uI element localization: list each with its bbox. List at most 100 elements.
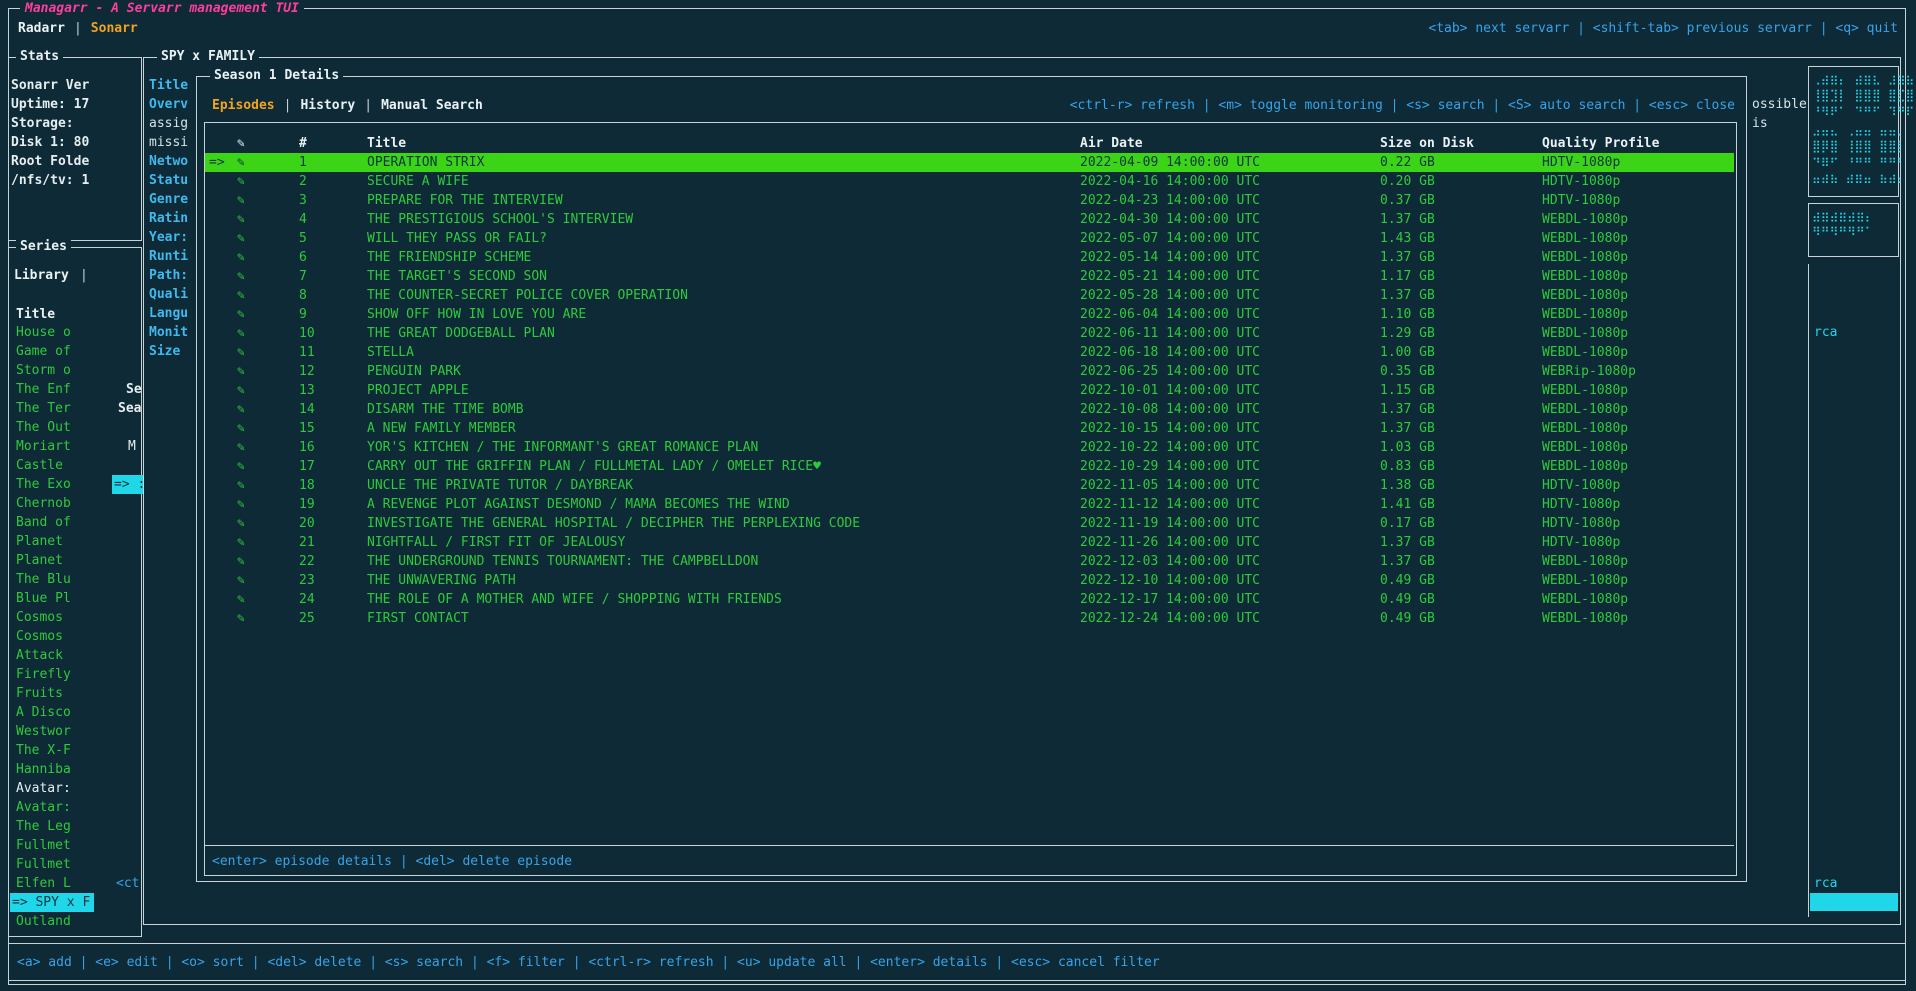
episode-row[interactable]: ✎22THE UNDERGROUND TENNIS TOURNAMENT: TH… — [205, 552, 1734, 571]
series-list-item[interactable]: Cosmos — [10, 608, 138, 627]
episode-row[interactable]: ✎10THE GREAT DODGEBALL PLAN2022-06-11 14… — [205, 324, 1734, 343]
series-list-item[interactable]: Planet — [10, 532, 138, 551]
series-list-item[interactable]: Moriart — [10, 437, 138, 456]
episode-row[interactable]: ✎23THE UNWAVERING PATH2022-12-10 14:00:0… — [205, 571, 1734, 590]
episode-air-date: 2022-12-17 14:00:00 UTC — [1080, 590, 1260, 609]
episode-size-on-disk: 1.37 GB — [1380, 248, 1435, 267]
series-list-item[interactable]: Fullmet — [10, 836, 138, 855]
edit-pencil-icon[interactable]: ✎ — [237, 571, 245, 590]
edit-pencil-icon[interactable]: ✎ — [237, 552, 245, 571]
series-list-item[interactable]: The Enf — [10, 380, 138, 399]
episode-title: INVESTIGATE THE GENERAL HOSPITAL / DECIP… — [367, 514, 860, 533]
episode-row[interactable]: ✎6THE FRIENDSHIP SCHEME2022-05-14 14:00:… — [205, 248, 1734, 267]
tab-radarr[interactable]: Radarr — [18, 19, 65, 38]
episode-row[interactable]: ✎17CARRY OUT THE GRIFFIN PLAN / FULLMETA… — [205, 457, 1734, 476]
episode-row[interactable]: ✎20INVESTIGATE THE GENERAL HOSPITAL / DE… — [205, 514, 1734, 533]
series-list-item[interactable]: Castle — [10, 456, 138, 475]
edit-pencil-icon[interactable]: ✎ — [237, 286, 245, 305]
series-field-label: Langu — [149, 304, 188, 323]
series-list-item[interactable]: Storm o — [10, 361, 138, 380]
episode-row[interactable]: ✎24THE ROLE OF A MOTHER AND WIFE / SHOPP… — [205, 590, 1734, 609]
edit-pencil-icon[interactable]: ✎ — [237, 172, 245, 191]
edit-pencil-icon[interactable]: ✎ — [237, 457, 245, 476]
tab-manual-search[interactable]: Manual Search — [381, 96, 483, 115]
edit-pencil-icon[interactable]: ✎ — [237, 248, 245, 267]
series-list-item[interactable]: Hanniba — [10, 760, 138, 779]
episode-row[interactable]: ✎19A REVENGE PLOT AGAINST DESMOND / MAMA… — [205, 495, 1734, 514]
episode-row[interactable]: ✎3PREPARE FOR THE INTERVIEW2022-04-23 14… — [205, 191, 1734, 210]
edit-pencil-icon[interactable]: ✎ — [237, 229, 245, 248]
edit-pencil-icon[interactable]: ✎ — [237, 438, 245, 457]
episode-row[interactable]: ✎11STELLA2022-06-18 14:00:00 UTC1.00 GBW… — [205, 343, 1734, 362]
edit-pencil-icon[interactable]: ✎ — [237, 419, 245, 438]
episode-row[interactable]: ✎4THE PRESTIGIOUS SCHOOL'S INTERVIEW2022… — [205, 210, 1734, 229]
series-list-item[interactable]: House o — [10, 323, 138, 342]
series-field-label: Statu — [149, 171, 188, 190]
series-list-item[interactable]: Planet — [10, 551, 138, 570]
series-list-item[interactable]: The X-F — [10, 741, 138, 760]
edit-pencil-icon[interactable]: ✎ — [237, 476, 245, 495]
edit-pencil-icon[interactable]: ✎ — [237, 533, 245, 552]
episode-row[interactable]: ✎16YOR'S KITCHEN / THE INFORMANT'S GREAT… — [205, 438, 1734, 457]
episode-row[interactable]: ✎14DISARM THE TIME BOMB2022-10-08 14:00:… — [205, 400, 1734, 419]
series-list-item[interactable]: A Disco — [10, 703, 138, 722]
edit-pencil-icon[interactable]: ✎ — [237, 514, 245, 533]
edit-pencil-icon[interactable]: ✎ — [237, 495, 245, 514]
episode-row[interactable]: ✎13PROJECT APPLE2022-10-01 14:00:00 UTC1… — [205, 381, 1734, 400]
edit-pencil-icon[interactable]: ✎ — [237, 590, 245, 609]
series-list-item[interactable]: The Out — [10, 418, 138, 437]
episode-row[interactable]: ✎25FIRST CONTACT2022-12-24 14:00:00 UTC0… — [205, 609, 1734, 628]
series-list-item[interactable]: Chernob — [10, 494, 138, 513]
series-list-item[interactable]: Westwor — [10, 722, 138, 741]
edit-pencil-icon[interactable]: ✎ — [237, 609, 245, 628]
series-list-item[interactable]: Fullmet — [10, 855, 138, 874]
edit-pencil-icon[interactable]: ✎ — [237, 267, 245, 286]
edit-pencil-icon[interactable]: ✎ — [237, 343, 245, 362]
episode-title: THE GREAT DODGEBALL PLAN — [367, 324, 555, 343]
edit-pencil-icon[interactable]: ✎ — [237, 400, 245, 419]
episode-row[interactable]: ✎8THE COUNTER-SECRET POLICE COVER OPERAT… — [205, 286, 1734, 305]
episode-row[interactable]: ✎15A NEW FAMILY MEMBER2022-10-15 14:00:0… — [205, 419, 1734, 438]
edit-pencil-icon[interactable]: ✎ — [237, 381, 245, 400]
column-header-title: Title — [367, 134, 406, 153]
series-list-item[interactable]: The Leg — [10, 817, 138, 836]
edit-pencil-icon[interactable]: ✎ — [237, 324, 245, 343]
series-list-item[interactable]: Cosmos — [10, 627, 138, 646]
edit-pencil-icon[interactable]: ✎ — [237, 362, 245, 381]
tab-sonarr[interactable]: Sonarr — [91, 19, 138, 38]
episode-size-on-disk: 1.38 GB — [1380, 476, 1435, 495]
edit-pencil-icon[interactable]: ✎ — [237, 191, 245, 210]
episode-number: 8 — [299, 286, 307, 305]
episode-air-date: 2022-05-07 14:00:00 UTC — [1080, 229, 1260, 248]
series-list-item[interactable]: Fruits — [10, 684, 138, 703]
top-keybind-hints: <tab> next servarr | <shift-tab> previou… — [1428, 19, 1898, 38]
stats-line: Sonarr Ver — [11, 76, 137, 95]
tab-episodes[interactable]: Episodes — [212, 96, 275, 115]
episode-title: OPERATION STRIX — [367, 153, 484, 172]
series-list-item[interactable]: Game of — [10, 342, 138, 361]
tab-library[interactable]: Library — [14, 266, 69, 285]
series-list-item[interactable]: Firefly — [10, 665, 138, 684]
series-list-item[interactable]: Blue Pl — [10, 589, 138, 608]
series-panel-title: Series — [16, 239, 71, 255]
episode-row[interactable]: ✎7THE TARGET'S SECOND SON2022-05-21 14:0… — [205, 267, 1734, 286]
episode-row[interactable]: ✎21NIGHTFALL / FIRST FIT OF JEALOUSY2022… — [205, 533, 1734, 552]
episode-row[interactable]: ✎9SHOW OFF HOW IN LOVE YOU ARE2022-06-04… — [205, 305, 1734, 324]
episode-row[interactable]: ✎12PENGUIN PARK2022-06-25 14:00:00 UTC0.… — [205, 362, 1734, 381]
episode-row[interactable]: ✎2SECURE A WIFE2022-04-16 14:00:00 UTC0.… — [205, 172, 1734, 191]
edit-pencil-icon[interactable]: ✎ — [237, 210, 245, 229]
series-list-item[interactable]: Outland — [10, 912, 138, 931]
series-list-item[interactable]: => SPY x F — [10, 893, 94, 912]
series-list-item[interactable]: Avatar: — [10, 779, 138, 798]
episode-row[interactable]: ✎5WILL THEY PASS OR FAIL?2022-05-07 14:0… — [205, 229, 1734, 248]
tab-history[interactable]: History — [300, 96, 355, 115]
series-list-item[interactable]: The Blu — [10, 570, 138, 589]
series-list-item[interactable]: Attack — [10, 646, 138, 665]
episode-size-on-disk: 0.49 GB — [1380, 571, 1435, 590]
series-list-item[interactable]: Band of — [10, 513, 138, 532]
edit-pencil-icon[interactable]: ✎ — [237, 153, 245, 172]
series-list-item[interactable]: Avatar: — [10, 798, 138, 817]
episode-row[interactable]: ✎18UNCLE THE PRIVATE TUTOR / DAYBREAK202… — [205, 476, 1734, 495]
edit-pencil-icon[interactable]: ✎ — [237, 305, 245, 324]
episode-row[interactable]: =>✎1OPERATION STRIX2022-04-09 14:00:00 U… — [205, 153, 1734, 172]
